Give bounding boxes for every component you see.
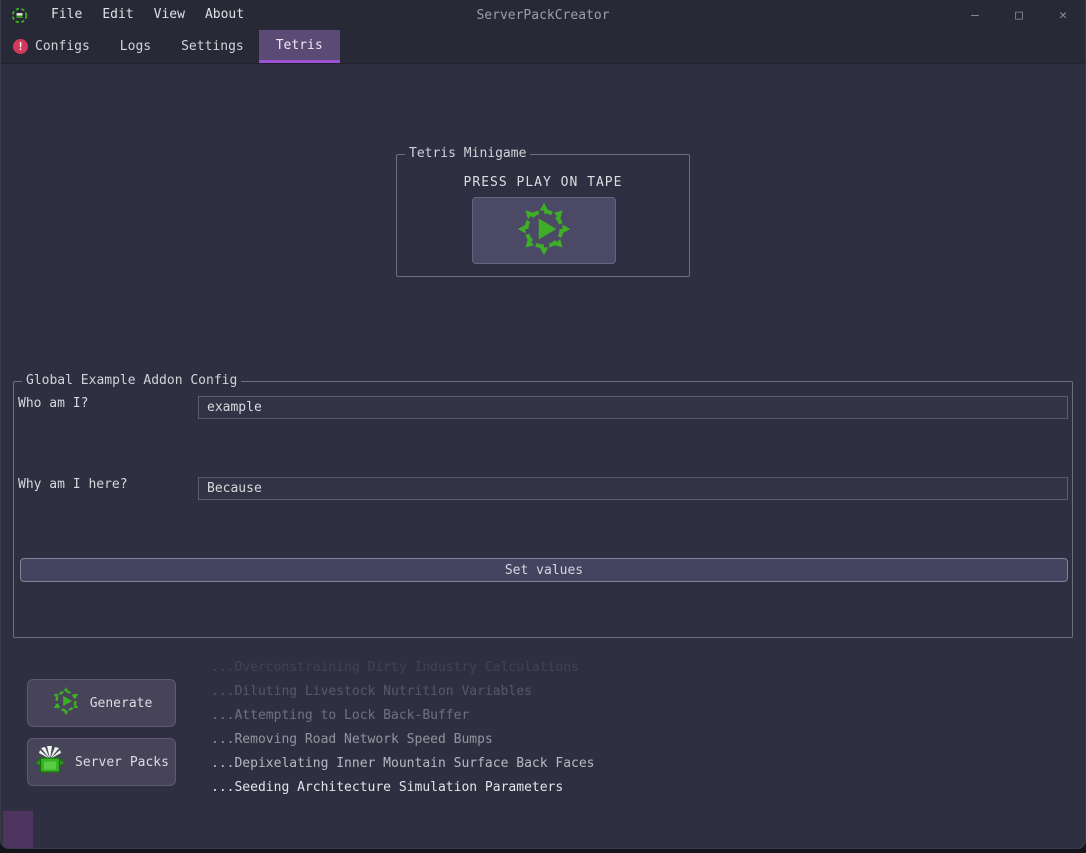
tetris-minigame-group: Tetris Minigame PRESS PLAY ON TAPE bbox=[396, 154, 690, 277]
status-line: ...Removing Road Network Speed Bumps bbox=[211, 728, 595, 752]
server-pack-box-icon bbox=[34, 744, 66, 780]
app-logo-icon bbox=[9, 5, 29, 25]
menubar: File Edit View About bbox=[41, 0, 254, 30]
tab-tetris-label: Tetris bbox=[276, 38, 323, 53]
status-log: ...Overconstraining Dirty Industry Calcu… bbox=[211, 656, 595, 800]
play-tetris-button[interactable] bbox=[472, 197, 616, 264]
why-am-i-here-input[interactable] bbox=[198, 477, 1068, 500]
who-am-i-input[interactable] bbox=[198, 396, 1068, 419]
menu-edit[interactable]: Edit bbox=[92, 0, 143, 30]
server-packs-button-label: Server Packs bbox=[75, 755, 169, 770]
who-am-i-label: Who am I? bbox=[18, 396, 88, 411]
why-am-i-here-label: Why am I here? bbox=[18, 477, 128, 492]
tab-logs-label: Logs bbox=[120, 39, 151, 54]
status-line: ...Seeding Architecture Simulation Param… bbox=[211, 776, 595, 800]
press-play-label: PRESS PLAY ON TAPE bbox=[397, 175, 689, 190]
status-line: ...Overconstraining Dirty Industry Calcu… bbox=[211, 656, 595, 680]
generate-button-label: Generate bbox=[90, 696, 153, 711]
status-line: ...Attempting to Lock Back-Buffer bbox=[211, 704, 595, 728]
window-controls: — □ ✕ bbox=[953, 0, 1085, 30]
menu-about[interactable]: About bbox=[195, 0, 254, 30]
status-line: ...Depixelating Inner Mountain Surface B… bbox=[211, 752, 595, 776]
tab-configs-label: Configs bbox=[35, 39, 90, 54]
server-packs-button[interactable]: Server Packs bbox=[27, 738, 176, 786]
titlebar: File Edit View About ServerPackCreator —… bbox=[1, 0, 1085, 30]
addon-config-group: Global Example Addon Config Who am I? Wh… bbox=[13, 381, 1073, 638]
maximize-button[interactable]: □ bbox=[997, 0, 1041, 30]
tab-tetris[interactable]: Tetris bbox=[259, 30, 340, 63]
menu-view[interactable]: View bbox=[144, 0, 195, 30]
tetris-block bbox=[3, 811, 33, 849]
tab-settings-label: Settings bbox=[181, 39, 244, 54]
tab-logs[interactable]: Logs bbox=[105, 30, 166, 63]
status-line: ...Diluting Livestock Nutrition Variable… bbox=[211, 680, 595, 704]
close-button[interactable]: ✕ bbox=[1041, 0, 1085, 30]
set-values-button[interactable]: Set values bbox=[20, 558, 1068, 582]
menu-file[interactable]: File bbox=[41, 0, 92, 30]
tetris-group-title: Tetris Minigame bbox=[405, 146, 530, 161]
error-badge-icon: ! bbox=[13, 39, 28, 54]
generate-button[interactable]: Generate bbox=[27, 679, 176, 727]
addon-group-title: Global Example Addon Config bbox=[22, 373, 241, 388]
tab-settings[interactable]: Settings bbox=[166, 30, 259, 63]
tab-configs[interactable]: ! Configs bbox=[1, 30, 105, 63]
minimize-button[interactable]: — bbox=[953, 0, 997, 30]
play-circle-icon bbox=[516, 201, 572, 260]
app-window: File Edit View About ServerPackCreator —… bbox=[0, 0, 1086, 849]
tabbar: ! Configs Logs Settings Tetris bbox=[1, 30, 1085, 64]
generate-play-icon bbox=[51, 686, 81, 720]
